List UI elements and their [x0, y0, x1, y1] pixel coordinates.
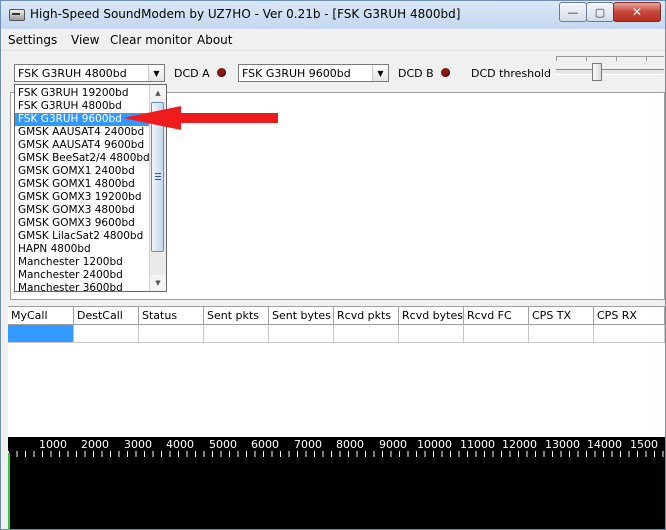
- slider-track: [556, 69, 664, 75]
- dropdown-item[interactable]: GMSK LilacSat2 4800bd: [15, 230, 150, 243]
- frequency-label: 12000: [502, 438, 537, 451]
- column-header[interactable]: Rcvd FC: [464, 307, 529, 325]
- column-header[interactable]: Sent pkts: [204, 307, 269, 325]
- frequency-label: 4000: [166, 438, 194, 451]
- frequency-label: 10000: [417, 438, 452, 451]
- frequency-label: 9000: [379, 438, 407, 451]
- menu-about[interactable]: About: [197, 33, 232, 47]
- frequency-label: 8000: [336, 438, 364, 451]
- column-header[interactable]: DestCall: [74, 307, 139, 325]
- minimize-button[interactable]: —: [559, 2, 587, 22]
- frequency-label: 1500: [630, 438, 658, 451]
- spectrum-waterfall[interactable]: 1000 2000 3000 4000 5000 6000 7000 8000 …: [8, 437, 665, 529]
- chevron-down-icon[interactable]: ▼: [372, 65, 388, 81]
- column-header[interactable]: CPS RX: [594, 307, 665, 325]
- dcd-threshold-slider[interactable]: [556, 56, 664, 83]
- frequency-marker[interactable]: [8, 453, 10, 529]
- table-cell[interactable]: [334, 325, 399, 343]
- frequency-label: 13000: [545, 438, 580, 451]
- frequency-label: 14000: [587, 438, 622, 451]
- dcd-a-led-icon: [217, 68, 226, 77]
- frequency-label: 11000: [460, 438, 495, 451]
- table-cell[interactable]: [529, 325, 594, 343]
- modem-b-value: FSK G3RUH 9600bd: [242, 67, 351, 80]
- close-button[interactable]: ✕: [613, 2, 661, 22]
- table-cell[interactable]: [464, 325, 529, 343]
- scroll-up-icon[interactable]: ▲: [150, 85, 166, 101]
- column-header[interactable]: CPS TX: [529, 307, 594, 325]
- modem-a-select[interactable]: FSK G3RUH 4800bd ▼: [14, 64, 165, 82]
- table-cell[interactable]: [204, 325, 269, 343]
- table-cell[interactable]: [399, 325, 464, 343]
- column-header[interactable]: Rcvd bytes: [399, 307, 464, 325]
- dcd-b-led-icon: [441, 68, 450, 77]
- frequency-label: 6000: [251, 438, 279, 451]
- table-cell[interactable]: [269, 325, 334, 343]
- menu-bar: Settings View Clear monitor About: [1, 30, 665, 51]
- dropdown-item[interactable]: GMSK AAUSAT4 9600bd: [15, 139, 150, 152]
- column-header[interactable]: Sent bytes: [269, 307, 334, 325]
- grip-icon: [155, 173, 161, 180]
- dropdown-item[interactable]: GMSK GOMX3 9600bd: [15, 217, 150, 230]
- dropdown-item[interactable]: GMSK GOMX1 4800bd: [15, 178, 150, 191]
- red-arrow-icon: [123, 106, 278, 130]
- frequency-label: 3000: [124, 438, 152, 451]
- frequency-label: 1000: [39, 438, 67, 451]
- chevron-down-icon[interactable]: ▼: [148, 65, 164, 81]
- dropdown-item[interactable]: GMSK GOMX3 4800bd: [15, 204, 150, 217]
- slider-thumb[interactable]: [592, 63, 602, 81]
- column-header[interactable]: Rcvd pkts: [334, 307, 399, 325]
- column-header[interactable]: Status: [139, 307, 204, 325]
- column-header[interactable]: MyCall: [8, 307, 74, 325]
- scroll-down-icon[interactable]: ▼: [150, 275, 166, 291]
- dropdown-item[interactable]: Manchester 3600bd: [15, 282, 150, 291]
- modem-b-select[interactable]: FSK G3RUH 9600bd ▼: [238, 64, 389, 82]
- dropdown-item[interactable]: FSK G3RUH 19200bd: [15, 87, 150, 100]
- menu-view[interactable]: View: [71, 33, 99, 47]
- modem-a-value: FSK G3RUH 4800bd: [18, 67, 127, 80]
- app-icon[interactable]: [9, 9, 25, 21]
- menu-settings[interactable]: Settings: [8, 33, 57, 47]
- title-bar[interactable]: High-Speed SoundModem by UZ7HO - Ver 0.2…: [1, 1, 665, 29]
- frequency-label: 7000: [294, 438, 322, 451]
- connections-table[interactable]: MyCall DestCall Status Sent pkts Sent by…: [8, 306, 665, 437]
- dcd-threshold-label: DCD threshold: [471, 67, 551, 80]
- slider-ticks: [556, 56, 664, 61]
- table-cell[interactable]: [74, 325, 139, 343]
- dropdown-item[interactable]: Manchester 2400bd: [15, 269, 150, 282]
- frequency-ticks: [8, 451, 665, 457]
- menu-clear-monitor[interactable]: Clear monitor: [110, 33, 192, 47]
- dropdown-item[interactable]: GMSK BeeSat2/4 4800bd: [15, 152, 150, 165]
- table-cell-selected[interactable]: [8, 325, 74, 343]
- dcd-b-label: DCD B: [398, 67, 434, 80]
- dcd-a-label: DCD A: [174, 67, 210, 80]
- frequency-label: 2000: [81, 438, 109, 451]
- maximize-button[interactable]: ▢: [586, 2, 614, 22]
- dropdown-item[interactable]: HAPN 4800bd: [15, 243, 150, 256]
- table-cell[interactable]: [594, 325, 665, 343]
- window-title: High-Speed SoundModem by UZ7HO - Ver 0.2…: [30, 7, 461, 21]
- dropdown-item[interactable]: GMSK GOMX1 2400bd: [15, 165, 150, 178]
- dropdown-item[interactable]: Manchester 1200bd: [15, 256, 150, 269]
- app-window: High-Speed SoundModem by UZ7HO - Ver 0.2…: [0, 0, 666, 530]
- table-cell[interactable]: [139, 325, 204, 343]
- frequency-label: 5000: [209, 438, 237, 451]
- dropdown-item[interactable]: GMSK GOMX3 19200bd: [15, 191, 150, 204]
